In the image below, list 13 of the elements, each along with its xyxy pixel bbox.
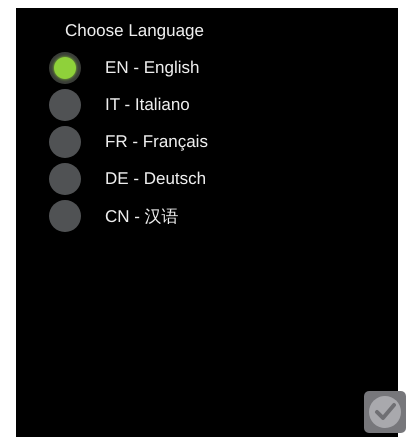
language-option[interactable]: EN - English [49, 52, 398, 84]
radio-indicator[interactable] [49, 89, 81, 121]
radio-indicator[interactable] [49, 126, 81, 158]
radio-indicator[interactable] [49, 52, 81, 84]
checkmark-icon [368, 395, 402, 429]
language-option[interactable]: DE - Deutsch [49, 163, 398, 195]
confirm-button[interactable] [364, 391, 406, 433]
radio-indicator[interactable] [49, 163, 81, 195]
language-option[interactable]: CN - 汉语 [49, 200, 398, 232]
language-option[interactable]: IT - Italiano [49, 89, 398, 121]
language-option[interactable]: FR - Français [49, 126, 398, 158]
screen-title: Choose Language [65, 21, 205, 41]
radio-indicator[interactable] [49, 200, 81, 232]
